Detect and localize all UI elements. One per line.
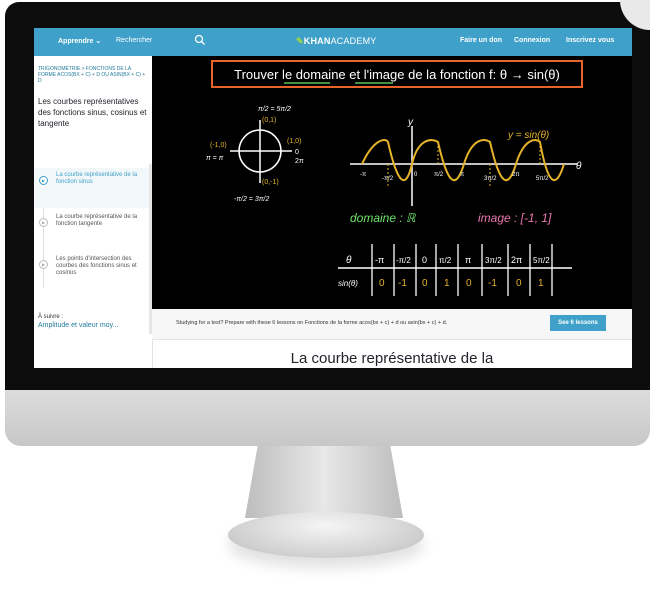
table-value-cell: 1: [538, 278, 544, 289]
circle-label-0-minus1: (0,-1): [262, 179, 279, 186]
table-header-cell: θ: [346, 255, 352, 266]
unit-circle-diagram: π/2 = 5π/2 (0,1) (-1,0) (1,0) π = π 0 2π…: [206, 106, 304, 203]
monitor-chin: [5, 390, 650, 446]
khan-academy-logo[interactable]: ✎KHANACADEMY: [296, 36, 376, 47]
circle-label-minus1-0: (-1,0): [210, 142, 227, 149]
table-value-cell: 0: [422, 278, 428, 289]
breadcrumb[interactable]: TRIGONOMÉTRIE > FONCTIONS DE LA FORME AC…: [38, 66, 146, 84]
image-text: image : [-1, 1]: [478, 211, 552, 225]
page-title: La courbe représentative de la: [290, 350, 494, 367]
study-banner: Studying for a test? Prepare with these …: [152, 309, 632, 340]
nav-learn-label: Apprendre: [58, 38, 94, 45]
tick-half-pi: π/2: [434, 172, 444, 178]
table-header-cell: π/2: [439, 256, 452, 265]
lesson-item-intersection[interactable]: ▶ Les points d'intersection des courbes …: [34, 252, 152, 292]
login-link[interactable]: Connexion: [514, 37, 550, 44]
tick-two-pi: 2π: [512, 172, 519, 178]
video-player[interactable]: Trouver le domaine et l'image de la fonc…: [152, 56, 632, 309]
play-icon: ▶: [39, 260, 48, 269]
table-value-cell: 1: [444, 278, 450, 289]
chevron-down-icon: ⌄: [95, 38, 102, 45]
lesson-label: Les points d'intersection des courbes de…: [56, 256, 137, 276]
lesson-item-tangente[interactable]: ▶ La courbe représentative de la fonctio…: [34, 210, 152, 250]
circle-label-0-1: (0,1): [262, 117, 276, 124]
table-value-cell: -1: [488, 278, 497, 289]
logo-brand: KHAN: [303, 36, 331, 46]
circle-label-1-0: (1,0): [287, 138, 301, 145]
play-icon: ▶: [39, 218, 48, 227]
screen: Apprendre ⌄ Rechercher ✎KHANACADEMY Fair…: [34, 28, 632, 368]
circle-label-zero: 0: [295, 149, 299, 156]
table-value-cell: -1: [398, 278, 407, 289]
axis-theta-label: θ: [576, 161, 582, 172]
search-input[interactable]: Rechercher: [116, 37, 152, 44]
table-header-cell: 0: [422, 255, 427, 265]
lesson-label: La courbe représentative de la fonction …: [56, 172, 138, 185]
logo-suffix: ACADEMY: [330, 36, 377, 46]
search-icon[interactable]: [194, 34, 206, 46]
table-header-cell: 5π/2: [533, 256, 550, 265]
play-icon: ▶: [39, 176, 48, 185]
axis-y-label: y: [407, 117, 414, 128]
up-next-link[interactable]: Amplitude et valeur moy...: [38, 322, 118, 329]
table-value-cell: 0: [516, 278, 522, 289]
table-header-cell: 2π: [511, 255, 522, 265]
circle-label-pi: π = π: [206, 155, 224, 162]
monitor-stand-base: [228, 512, 424, 558]
table-header-cell: -π/2: [396, 256, 411, 265]
table-header-cell: -π: [375, 255, 384, 265]
sine-graph: θ y y = sin(θ) -π -π/2 0 π/2 π 3π/2 2π 5…: [350, 117, 582, 206]
tick-pi: π: [460, 172, 464, 178]
domain-text: domaine : ℝ: [350, 211, 416, 225]
up-next-label: À suivre :: [38, 314, 64, 320]
table-value-cell: 0: [466, 278, 472, 289]
donate-link[interactable]: Faire un don: [460, 37, 502, 44]
video-title: Trouver le domaine et l'image de la fonc…: [234, 67, 560, 82]
tick-minus-pi: -π: [360, 172, 366, 178]
lesson-item-sinus[interactable]: ▶ La courbe représentative de la fonctio…: [34, 168, 152, 208]
tick-zero: 0: [414, 172, 418, 178]
top-nav: Apprendre ⌄ Rechercher ✎KHANACADEMY Fair…: [34, 28, 632, 56]
nav-learn-dropdown[interactable]: Apprendre ⌄: [58, 37, 101, 45]
table-header-cell: π: [465, 255, 471, 265]
circle-label-2pi: 2π: [295, 158, 304, 165]
table-value-cell: sin(θ): [338, 279, 358, 288]
tick-five-half-pi: 5π/2: [536, 176, 549, 182]
banner-text: Studying for a test? Prepare with these …: [176, 320, 448, 326]
value-table: θ -π -π/2 0 π/2 π 3π/2 2π 5π/2 sin(θ) 0 …: [338, 244, 572, 296]
table-header-cell: 3π/2: [485, 256, 502, 265]
leaf-icon: ✎: [296, 36, 304, 46]
see-lessons-button[interactable]: See 6 lessons: [550, 315, 606, 331]
curve-label: y = sin(θ): [507, 130, 549, 141]
signup-link[interactable]: Inscrivez vous: [566, 37, 614, 44]
circle-label-bottom: -π/2 = 3π/2: [234, 196, 269, 203]
lesson-label: La courbe représentative de la fonction …: [56, 214, 138, 227]
monitor-stand-neck: [245, 446, 403, 518]
tick-minus-half-pi: -π/2: [382, 176, 394, 182]
table-value-cell: 0: [379, 278, 385, 289]
circle-label-top: π/2 = 5π/2: [258, 106, 291, 113]
tick-three-half-pi: 3π/2: [484, 176, 497, 182]
course-title: Les courbes représentatives des fonction…: [38, 97, 147, 128]
sidebar: TRIGONOMÉTRIE > FONCTIONS DE LA FORME AC…: [34, 56, 153, 368]
